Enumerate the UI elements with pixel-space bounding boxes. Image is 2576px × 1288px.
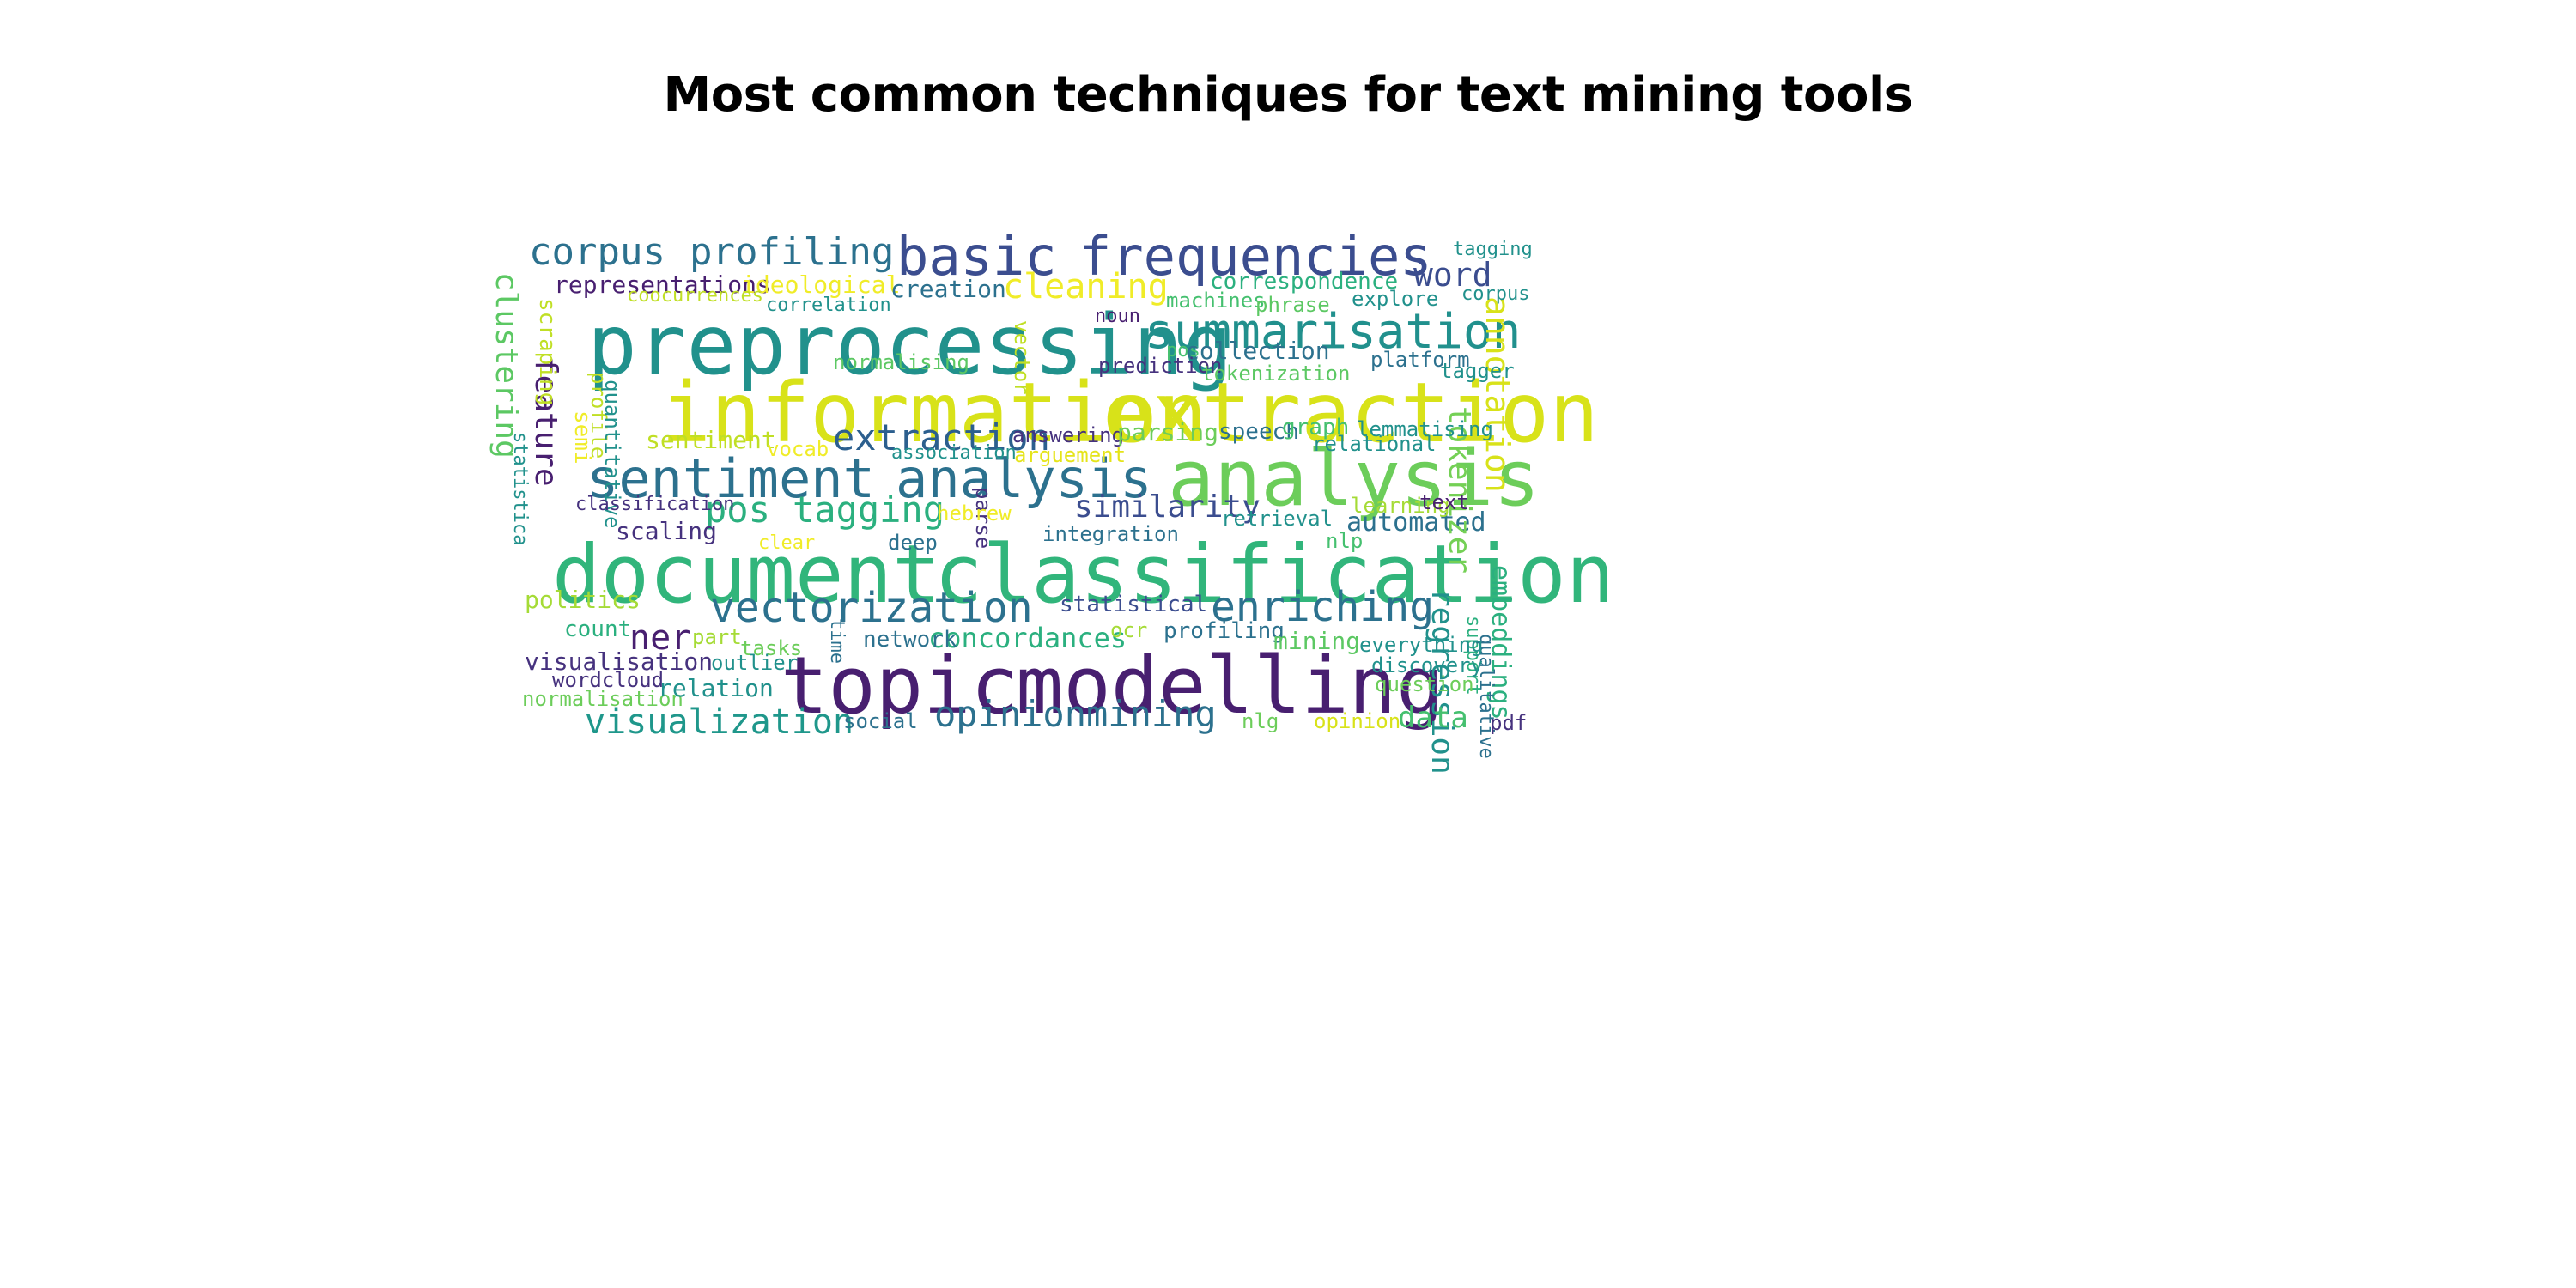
wordcloud-word: annotation (1479, 296, 1516, 493)
wordcloud-word: data (1398, 701, 1468, 735)
page-title: Most common techniques for text mining t… (663, 67, 1913, 123)
wordcloud-word: social (843, 709, 918, 733)
wordcloud-word: deep (888, 531, 938, 555)
wordcloud-word: network (863, 627, 957, 653)
wordcloud-word: explore (1352, 287, 1439, 311)
wordcloud-word: normalising (833, 350, 969, 374)
wordcloud-word: nlp (1326, 529, 1364, 553)
wordcloud-word: tokenization (1201, 361, 1351, 386)
wordcloud-word: creation (890, 275, 1006, 303)
wordcloud-word: opinion (934, 693, 1087, 735)
wordcloud-word: relation (658, 674, 774, 702)
wordcloud-word: text (1419, 490, 1469, 514)
wordcloud-word: integration (1042, 522, 1179, 546)
wordcloud-word: opinion (1314, 709, 1401, 733)
wordcloud-word: tagger (1440, 359, 1515, 383)
wordcloud-word: association (891, 442, 1017, 464)
wordcloud-word: pdf (1490, 711, 1528, 735)
wordcloud-word: machines (1166, 289, 1266, 313)
wordcloud-word: clustering (489, 272, 524, 459)
wordcloud-word: part (692, 625, 742, 649)
wordcloud-word: profiling (690, 230, 895, 274)
wordcloud-word: ocr (1110, 618, 1148, 642)
wordcloud-word: everything (1359, 633, 1484, 657)
wordcloud-word: vocab (767, 437, 829, 461)
wordcloud-word: retrieval (1221, 507, 1334, 531)
wordcloud-word: ideological (741, 270, 901, 299)
wordcloud-word: noun (1095, 306, 1140, 327)
wordcloud-word: concordances (928, 622, 1127, 654)
wordcloud-word: profiling (1163, 618, 1285, 644)
wordcloud-word: question (1375, 672, 1474, 696)
wordcloud-word: phrase (1255, 293, 1330, 317)
wordcloud-word: statistica (509, 432, 531, 546)
wordcloud-word: clear (758, 532, 816, 554)
wordcloud-page: Most common techniques for text mining t… (0, 0, 2576, 1288)
wordcloud-word: politics (525, 586, 641, 614)
wordcloud-word: mining (1086, 693, 1217, 735)
wordcloud-word: statistical (1060, 592, 1208, 617)
wordcloud-word: coocurrences (627, 285, 763, 307)
wordcloud-word: scraping (534, 298, 560, 406)
wordcloud-word: count (564, 617, 632, 642)
wordcloud-word: corpus (529, 230, 665, 274)
wordcloud-word: classification (575, 494, 735, 515)
wordcloud-word: mining (1273, 627, 1361, 655)
wordcloud-word: sentiment (646, 426, 776, 454)
wordcloud-word: hebrew (937, 501, 1012, 526)
wordcloud-word: scaling (616, 517, 718, 545)
wordcloud-word: parsing (1117, 418, 1219, 447)
wordcloud-word: nlg (1242, 709, 1279, 733)
wordcloud-word: tagging (793, 489, 945, 531)
wordcloud-canvas: preprocessing information extraction docume… (343, 150, 2293, 1181)
wordcloud-word: correlation (766, 295, 891, 316)
wordcloud-word: time (826, 618, 848, 664)
wordcloud-word: cleaning (1003, 267, 1169, 307)
wordcloud-word: outlier (711, 651, 799, 675)
wordcloud-word: arguement (1014, 443, 1127, 467)
wordcloud-word: corpus (1461, 283, 1530, 305)
wordcloud-word: vector (1010, 320, 1034, 395)
wordcloud-word: relational (1312, 432, 1437, 456)
wordcloud-word: tagging (1453, 239, 1533, 260)
